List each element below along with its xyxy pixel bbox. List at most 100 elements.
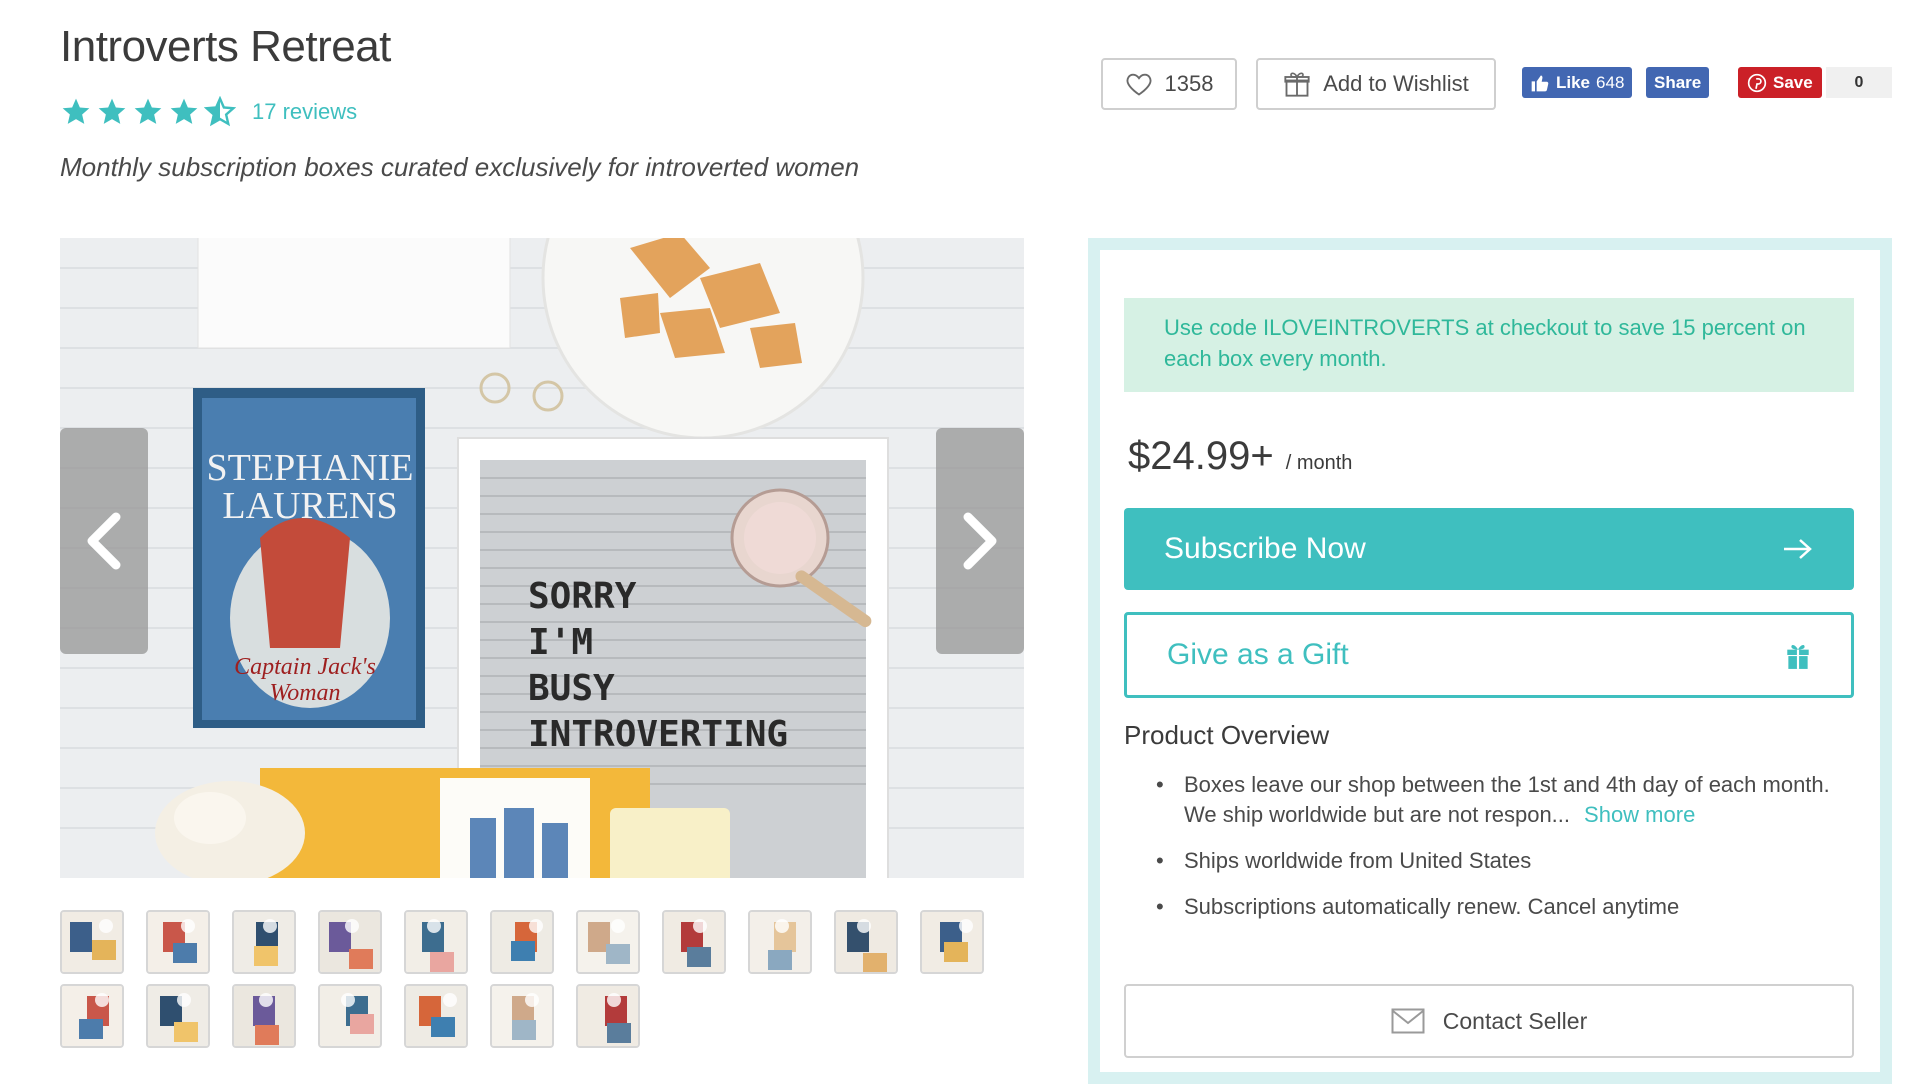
thumbnail-image[interactable] xyxy=(232,910,296,974)
facebook-like-button[interactable]: Like 648 xyxy=(1522,67,1633,98)
product-tagline: Monthly subscription boxes curated exclu… xyxy=(60,152,860,182)
next-image-button[interactable] xyxy=(936,428,1024,654)
letterboard-line-4: INTROVERTING xyxy=(528,714,788,755)
thumbnail-photo xyxy=(922,912,982,972)
overview-item: Subscriptions automatically renew. Cance… xyxy=(1156,892,1856,922)
facebook-share-label: Share xyxy=(1654,72,1702,92)
subscribe-now-button[interactable]: Subscribe Now xyxy=(1124,508,1854,590)
snack-pouch xyxy=(610,808,730,878)
contact-seller-label: Contact Seller xyxy=(1442,1007,1588,1034)
like-count: 1358 xyxy=(1164,71,1214,96)
thumbnail-image[interactable] xyxy=(748,910,812,974)
product-title: Introverts Retreat xyxy=(60,22,391,71)
thumbnail-image[interactable] xyxy=(146,910,210,974)
book-author-line-2: LAURENS xyxy=(222,485,397,527)
thumbnail-image[interactable] xyxy=(662,910,726,974)
previous-image-button[interactable] xyxy=(60,428,148,654)
price-block: $24.99+ / month xyxy=(1128,434,1352,479)
letterboard-line-2: I'M xyxy=(528,622,593,663)
thumbnail-image[interactable] xyxy=(576,910,640,974)
thumbnail-image[interactable] xyxy=(146,984,210,1048)
thumbnail-photo xyxy=(62,986,122,1046)
like-button[interactable]: 1358 xyxy=(1101,58,1237,110)
pinterest-icon xyxy=(1747,73,1767,92)
thumbnail-image[interactable] xyxy=(490,984,554,1048)
star-full-icon xyxy=(98,98,126,124)
thumbs-up-icon xyxy=(1531,75,1549,91)
letterboard-line-3: BUSY xyxy=(528,668,615,709)
thumbnail-photo xyxy=(578,912,638,972)
book-author-line-1: STEPHANIE xyxy=(207,447,414,489)
chevron-left-icon xyxy=(87,512,121,570)
thumbnail-image[interactable] xyxy=(232,984,296,1048)
thumbnail-photo xyxy=(406,986,466,1046)
thumbnail-image[interactable] xyxy=(404,984,468,1048)
thumbnail-photo xyxy=(578,986,638,1046)
overview-item: Ships worldwide from United States xyxy=(1156,846,1856,876)
thumbnail-photo xyxy=(836,912,896,972)
star-full-icon xyxy=(134,98,162,124)
thumbnail-photo xyxy=(320,986,380,1046)
thumbnail-photo xyxy=(148,912,208,972)
gift-icon xyxy=(1787,644,1809,669)
purchase-panel: Use code ILOVEINTROVERTS at checkout to … xyxy=(1088,238,1892,1084)
thumbnail-strip xyxy=(60,910,1040,1058)
subscribe-label: Subscribe Now xyxy=(1164,532,1366,565)
arrow-right-icon xyxy=(1784,539,1812,559)
price-value: $24.99+ xyxy=(1128,434,1274,478)
price-period: / month xyxy=(1285,452,1353,474)
give-as-gift-button[interactable]: Give as a Gift xyxy=(1124,612,1854,698)
product-main-image: STEPHANIE LAURENS Captain Jack's Woman S… xyxy=(60,238,1024,878)
promo-code-banner: Use code ILOVEINTROVERTS at checkout to … xyxy=(1124,298,1854,392)
thumbnail-image[interactable] xyxy=(318,984,382,1048)
product-overview-title: Product Overview xyxy=(1124,720,1330,750)
thumbnail-photo xyxy=(492,986,552,1046)
wishlist-label: Add to Wishlist xyxy=(1323,71,1469,96)
star-full-icon xyxy=(62,98,90,124)
star-half-icon xyxy=(204,96,236,127)
book-title-line-2: Woman xyxy=(269,680,340,706)
pinterest-save-button[interactable]: Save xyxy=(1738,67,1822,98)
overview-item-text: Subscriptions automatically renew. Cance… xyxy=(1184,894,1680,919)
facebook-share-button[interactable]: Share xyxy=(1646,67,1710,98)
thumbnail-image[interactable] xyxy=(318,910,382,974)
reviews-link[interactable]: 17 reviews xyxy=(252,99,357,125)
thumbnail-photo xyxy=(62,912,122,972)
thumbnail-image[interactable] xyxy=(60,910,124,974)
thumbnail-image[interactable] xyxy=(490,910,554,974)
product-overview-list: Boxes leave our shop between the 1st and… xyxy=(1156,770,1856,938)
romance-novel: STEPHANIE LAURENS Captain Jack's Woman xyxy=(193,388,425,728)
envelope-icon xyxy=(1391,1008,1425,1034)
facebook-like-count: 648 xyxy=(1596,72,1625,92)
product-image-gallery: STEPHANIE LAURENS Captain Jack's Woman S… xyxy=(60,238,1024,878)
gift-icon xyxy=(1284,72,1310,97)
thumbnail-row-1 xyxy=(60,910,1040,974)
overview-item-text: Ships worldwide from United States xyxy=(1184,848,1532,873)
overview-item-text: Boxes leave our shop between the 1st and… xyxy=(1184,772,1830,827)
thumbnail-photo xyxy=(664,912,724,972)
facebook-like-label: Like xyxy=(1556,72,1591,92)
thumbnail-image[interactable] xyxy=(834,910,898,974)
add-to-wishlist-button[interactable]: Add to Wishlist xyxy=(1256,58,1496,110)
thumbnail-image[interactable] xyxy=(60,984,124,1048)
thumbnail-photo xyxy=(234,912,294,972)
thumbnail-image[interactable] xyxy=(404,910,468,974)
thumbnail-photo xyxy=(492,912,552,972)
letterboard-line-1: SORRY xyxy=(528,576,637,617)
overview-item: Boxes leave our shop between the 1st and… xyxy=(1156,770,1856,830)
pinterest-count: 0 xyxy=(1826,67,1892,98)
gift-label: Give as a Gift xyxy=(1167,638,1349,671)
thumbnail-photo xyxy=(406,912,466,972)
heart-icon xyxy=(1126,73,1151,96)
book-title-line-1: Captain Jack's xyxy=(234,654,376,680)
pinterest-save-label: Save xyxy=(1773,72,1813,92)
show-more-link[interactable]: Show more xyxy=(1584,802,1695,827)
contact-seller-button[interactable]: Contact Seller xyxy=(1124,984,1854,1058)
white-box xyxy=(197,238,511,349)
thumbnail-image[interactable] xyxy=(920,910,984,974)
thumbnail-photo xyxy=(234,986,294,1046)
chevron-right-icon xyxy=(963,512,997,570)
star-full-icon xyxy=(170,98,198,124)
thumbnail-image[interactable] xyxy=(576,984,640,1048)
thumbnail-row-2 xyxy=(60,984,1040,1048)
